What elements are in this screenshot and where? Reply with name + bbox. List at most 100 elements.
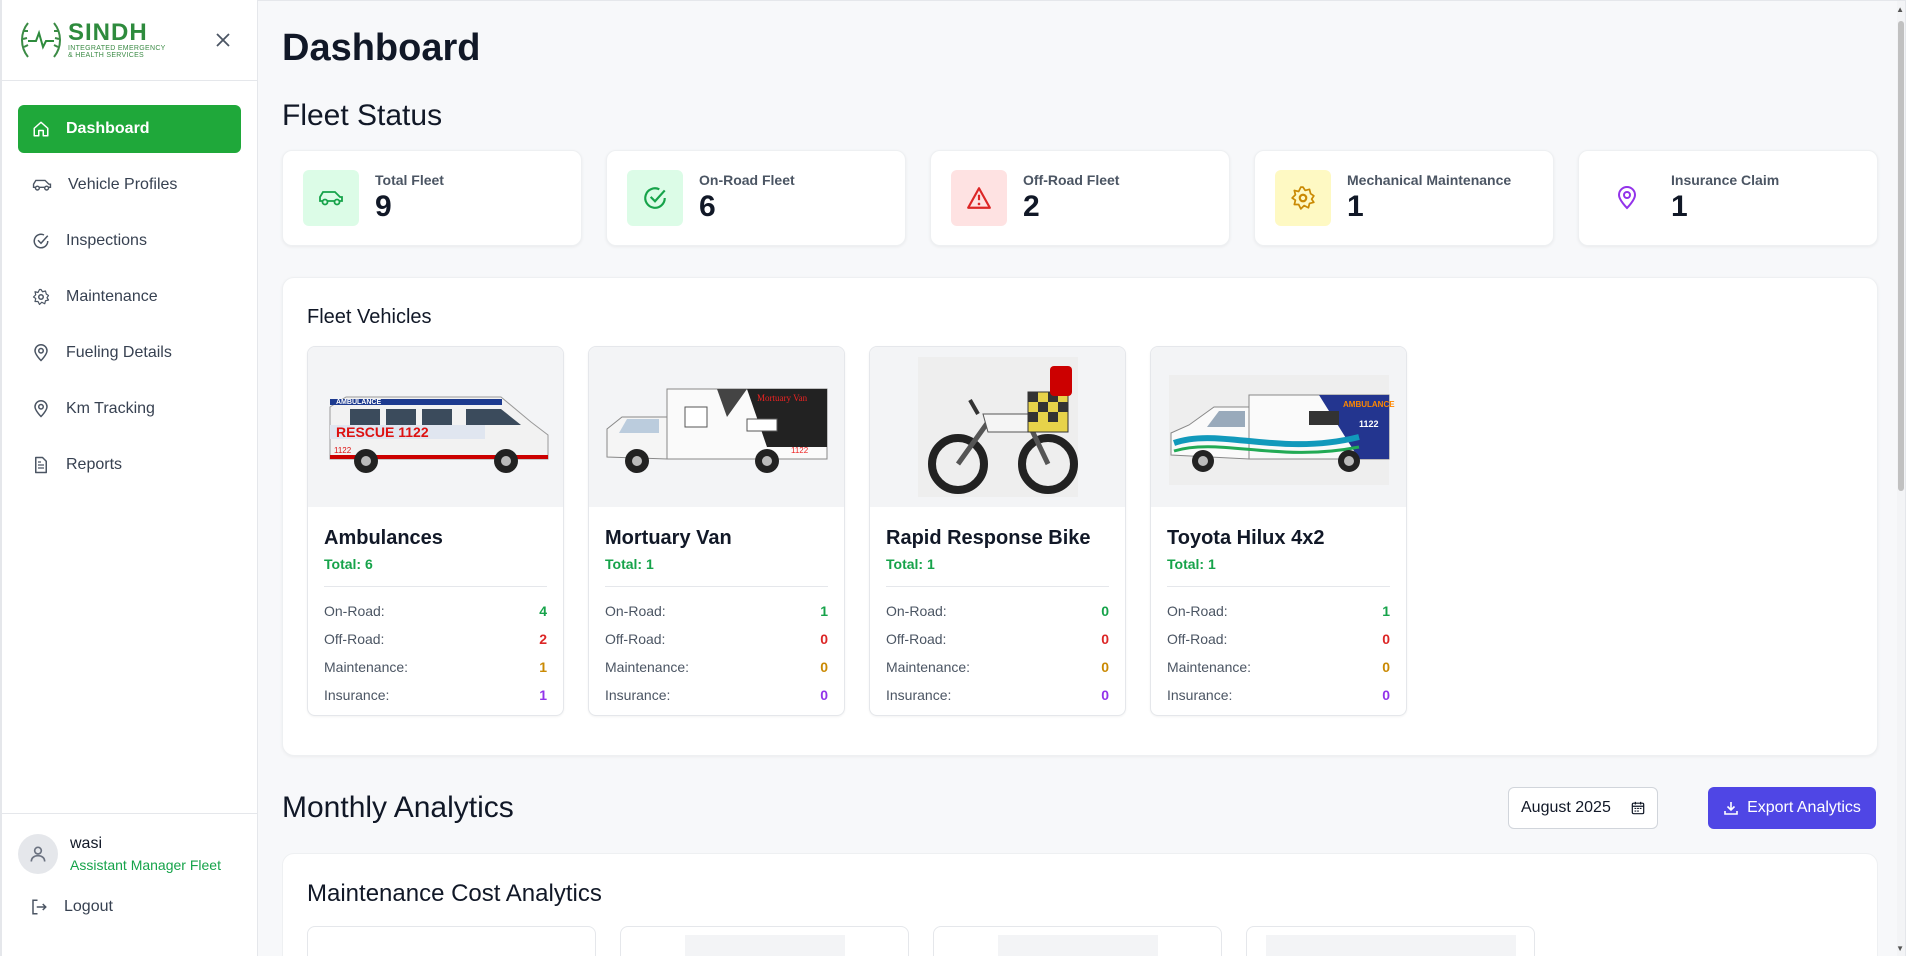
sidebar-item-maintenance[interactable]: Maintenance bbox=[18, 273, 241, 321]
stat-icon-box bbox=[303, 170, 359, 226]
row-label: Maintenance: bbox=[886, 659, 971, 675]
map-pin-icon bbox=[1617, 186, 1637, 210]
row-label: Insurance: bbox=[886, 687, 952, 703]
insurance-count: 0 bbox=[1382, 687, 1390, 703]
stat-card-total-fleet: Total Fleet 9 bbox=[282, 150, 582, 246]
on-road-row: On-Road: 4 bbox=[324, 597, 547, 625]
user-profile[interactable]: wasi Assistant Manager Fleet bbox=[2, 814, 257, 874]
logout-button[interactable]: Logout bbox=[2, 874, 257, 916]
stat-value: 9 bbox=[375, 190, 392, 223]
scroll-down-arrow-icon[interactable]: ▼ bbox=[1896, 944, 1904, 953]
fleet-vehicles-panel: Fleet Vehicles AMBULANCE RESCUE 1122 112… bbox=[282, 277, 1878, 756]
maintenance-card[interactable] bbox=[1246, 926, 1535, 956]
row-label: On-Road: bbox=[605, 603, 666, 619]
row-label: Insurance: bbox=[605, 687, 671, 703]
month-value: August 2025 bbox=[1521, 799, 1611, 816]
logo-area: SINDH INTEGRATED EMERGENCY & HEALTH SERV… bbox=[2, 0, 257, 81]
maintenance-row: Maintenance: 0 bbox=[1167, 653, 1390, 681]
map-pin-icon bbox=[34, 400, 48, 418]
vehicle-cards: AMBULANCE RESCUE 1122 1122 Ambulances To… bbox=[307, 346, 1407, 716]
scroll-up-arrow-icon[interactable]: ▲ bbox=[1896, 5, 1904, 14]
ambulance-top-text: AMBULANCE bbox=[336, 399, 381, 406]
brand-subtitle-1: INTEGRATED EMERGENCY bbox=[68, 45, 166, 52]
insurance-row: Insurance: 0 bbox=[605, 681, 828, 709]
row-label: Insurance: bbox=[1167, 687, 1233, 703]
map-pin-icon bbox=[34, 344, 48, 362]
ambulance-side-text: RESCUE 1122 bbox=[336, 424, 429, 440]
stat-label: Mechanical Maintenance bbox=[1347, 172, 1512, 188]
month-picker-input[interactable]: August 2025 bbox=[1508, 787, 1658, 829]
vehicle-total: Total: 1 bbox=[886, 556, 935, 572]
maintenance-count: 0 bbox=[1382, 659, 1390, 675]
sidebar-item-dashboard[interactable]: Dashboard bbox=[18, 105, 241, 153]
vehicle-card-toyota-hilux[interactable]: AMBULANCE 1122 Toyota Hilux 4x2 Total: 1… bbox=[1150, 346, 1407, 716]
vehicle-card-rapid-response-bike[interactable]: Rapid Response Bike Total: 1 On-Road: 0 O… bbox=[869, 346, 1126, 716]
vehicle-thumbnail-image bbox=[1265, 935, 1516, 956]
maintenance-cost-title: Maintenance Cost Analytics bbox=[307, 880, 602, 907]
user-name: wasi bbox=[70, 835, 103, 852]
vehicle-card-mortuary-van[interactable]: Mortuary Van 1122 Mortuary Van Total: 1 … bbox=[588, 346, 845, 716]
row-label: On-Road: bbox=[324, 603, 385, 619]
insurance-count: 0 bbox=[1101, 687, 1109, 703]
on-road-row: On-Road: 1 bbox=[1167, 597, 1390, 625]
close-sidebar-button[interactable] bbox=[213, 30, 233, 50]
avatar bbox=[18, 834, 58, 874]
off-road-count: 0 bbox=[1101, 631, 1109, 647]
vehicle-name: Rapid Response Bike bbox=[886, 527, 1091, 549]
sidebar-item-fueling-details[interactable]: Fueling Details bbox=[18, 329, 241, 377]
stat-card-insurance-claim: Insurance Claim 1 bbox=[1578, 150, 1878, 246]
sidebar-item-label: Km Tracking bbox=[66, 400, 155, 417]
vehicle-card-ambulances[interactable]: AMBULANCE RESCUE 1122 1122 Ambulances To… bbox=[307, 346, 564, 716]
export-analytics-button[interactable]: Export Analytics bbox=[1708, 787, 1876, 829]
gear-icon bbox=[32, 288, 50, 306]
car-icon bbox=[319, 191, 343, 206]
maintenance-card[interactable] bbox=[620, 926, 909, 956]
vehicle-name: Mortuary Van bbox=[605, 527, 732, 549]
main-content: Dashboard Fleet Status Total Fleet 9 On-… bbox=[258, 0, 1906, 956]
mortuary-number: 1122 bbox=[791, 446, 809, 455]
vehicle-total: Total: 6 bbox=[324, 556, 373, 572]
calendar-icon[interactable] bbox=[1631, 801, 1645, 815]
stat-label: On-Road Fleet bbox=[699, 172, 795, 188]
maintenance-cost-panel: Maintenance Cost Analytics bbox=[282, 853, 1878, 956]
scrollbar-thumb[interactable] bbox=[1898, 21, 1904, 491]
document-icon bbox=[35, 456, 47, 474]
insurance-row: Insurance: 0 bbox=[886, 681, 1109, 709]
maintenance-card[interactable] bbox=[307, 926, 596, 956]
off-road-count: 2 bbox=[539, 631, 547, 647]
maintenance-row: Maintenance: 1 bbox=[324, 653, 547, 681]
motorbike-image bbox=[870, 347, 1125, 507]
insurance-row: Insurance: 0 bbox=[1167, 681, 1390, 709]
sidebar-item-km-tracking[interactable]: Km Tracking bbox=[18, 385, 241, 433]
row-label: On-Road: bbox=[1167, 603, 1228, 619]
brand-logo[interactable]: SINDH INTEGRATED EMERGENCY & HEALTH SERV… bbox=[18, 17, 166, 63]
row-label: Insurance: bbox=[324, 687, 390, 703]
off-road-row: Off-Road: 0 bbox=[1167, 625, 1390, 653]
close-icon bbox=[216, 33, 230, 47]
off-road-row: Off-Road: 2 bbox=[324, 625, 547, 653]
maintenance-card[interactable] bbox=[933, 926, 1222, 956]
wreath-logo-icon bbox=[21, 22, 61, 58]
hilux-label: AMBULANCE bbox=[1343, 400, 1395, 409]
fleet-vehicles-title: Fleet Vehicles bbox=[307, 306, 432, 328]
row-label: Off-Road: bbox=[886, 631, 947, 647]
ambulance-van-image: AMBULANCE RESCUE 1122 1122 bbox=[308, 347, 563, 507]
on-road-row: On-Road: 1 bbox=[605, 597, 828, 625]
scrollbar[interactable]: ▲ ▼ bbox=[1896, 1, 1905, 956]
logout-label: Logout bbox=[64, 898, 113, 915]
download-icon bbox=[1724, 802, 1738, 815]
check-circle-icon bbox=[644, 187, 666, 209]
vehicle-total: Total: 1 bbox=[1167, 556, 1216, 572]
insurance-row: Insurance: 1 bbox=[324, 681, 547, 709]
stat-icon-box bbox=[627, 170, 683, 226]
off-road-count: 0 bbox=[820, 631, 828, 647]
sidebar-item-label: Vehicle Profiles bbox=[68, 176, 178, 193]
vehicle-total: Total: 1 bbox=[605, 556, 654, 572]
fleet-status-title: Fleet Status bbox=[282, 99, 443, 132]
sidebar-item-reports[interactable]: Reports bbox=[18, 441, 241, 489]
on-road-count: 1 bbox=[820, 603, 828, 619]
maintenance-row: Maintenance: 0 bbox=[605, 653, 828, 681]
sidebar-item-vehicle-profiles[interactable]: Vehicle Profiles bbox=[18, 161, 241, 209]
maintenance-count: 1 bbox=[539, 659, 547, 675]
sidebar-item-inspections[interactable]: Inspections bbox=[18, 217, 241, 265]
